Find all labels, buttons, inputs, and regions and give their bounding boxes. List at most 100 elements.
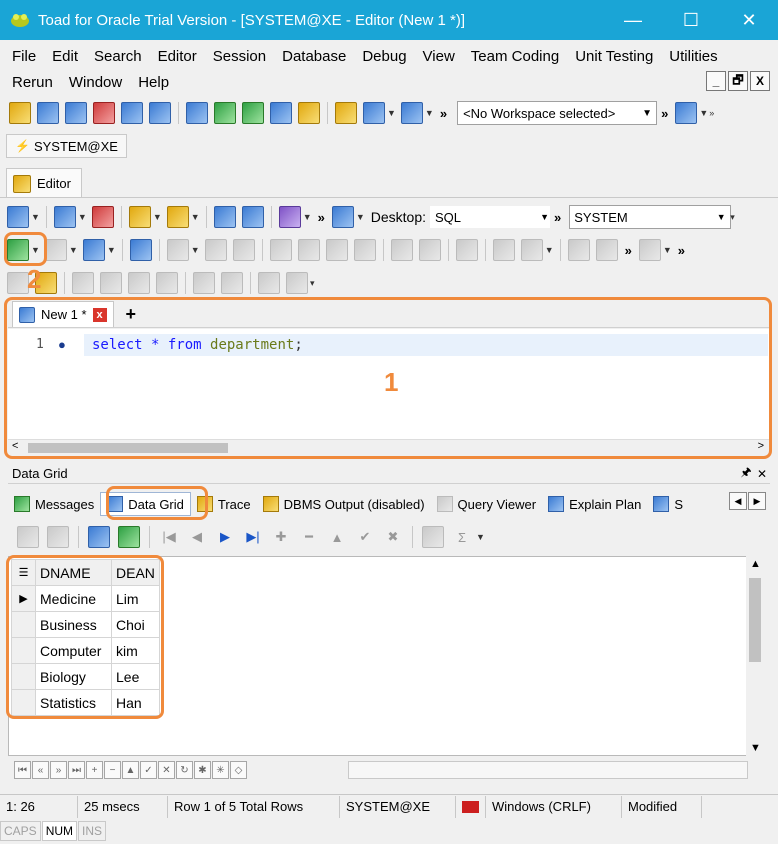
cell-dname[interactable]: Statistics <box>35 689 112 716</box>
chevron-down-icon[interactable]: ▼ <box>31 212 40 222</box>
menu-session[interactable]: Session <box>205 48 274 65</box>
maximize-button[interactable]: ☐ <box>662 0 720 40</box>
chat-icon[interactable] <box>270 102 292 124</box>
explain-plan-icon[interactable] <box>129 239 152 261</box>
overflow-icon[interactable]: » <box>318 210 325 225</box>
session-browser-icon[interactable] <box>65 102 87 124</box>
minimize-button[interactable]: — <box>604 0 662 40</box>
chevron-down-icon[interactable]: ▼ <box>699 108 708 118</box>
cell-dname[interactable]: Computer <box>35 637 112 664</box>
sql-tracker-icon[interactable] <box>121 102 143 124</box>
table-row[interactable]: Statistics Han <box>11 689 160 716</box>
cancel-icon[interactable]: ✕ <box>158 761 175 779</box>
schema-browser-icon[interactable] <box>37 102 59 124</box>
copy-icon[interactable] <box>675 102 698 124</box>
delete-icon[interactable]: − <box>104 761 121 779</box>
tab-trace[interactable]: Trace <box>191 492 257 516</box>
save-as-icon[interactable] <box>241 206 264 228</box>
grid-horizontal-scrollbar[interactable] <box>348 761 748 779</box>
prior-page-icon[interactable]: « <box>32 761 49 779</box>
add-tab-button[interactable]: + <box>126 301 137 327</box>
chevron-down-icon[interactable]: ▼ <box>387 108 396 118</box>
overflow-icon[interactable]: » <box>554 210 561 225</box>
menu-debug[interactable]: Debug <box>354 48 414 65</box>
chevron-down-icon[interactable]: ▼ <box>153 212 162 222</box>
execute-statement-icon[interactable] <box>7 239 29 261</box>
cell-dean[interactable]: Lim <box>111 585 160 612</box>
chevron-down-icon[interactable]: ▼ <box>476 532 485 542</box>
close-icon[interactable]: x <box>92 307 107 322</box>
row-indicator[interactable] <box>11 611 36 638</box>
chevron-down-icon[interactable]: ▼ <box>78 212 87 222</box>
menu-utilities[interactable]: Utilities <box>661 48 725 65</box>
cell-dname[interactable]: Biology <box>35 663 112 690</box>
column-header-dean[interactable]: DEAN <box>111 559 160 586</box>
tab-script-output[interactable]: S <box>647 492 689 516</box>
tab-data-grid[interactable]: Data Grid <box>100 492 191 516</box>
menu-unit-testing[interactable]: Unit Testing <box>567 48 661 65</box>
export-icon[interactable] <box>88 526 110 548</box>
scroll-thumb[interactable] <box>749 578 761 662</box>
table-row[interactable]: Business Choi <box>11 611 160 638</box>
chevron-down-icon[interactable]: ▼ <box>191 212 200 222</box>
goto-bookmark-icon[interactable]: ✳ <box>212 761 229 779</box>
insert-record-icon[interactable]: ✚ <box>268 529 294 545</box>
chevron-down-icon[interactable]: ▼ <box>303 212 312 222</box>
scroll-thumb[interactable] <box>28 443 228 453</box>
menu-edit[interactable]: Edit <box>44 48 86 65</box>
format-icon[interactable] <box>278 206 301 228</box>
sql-optimizer-icon[interactable] <box>93 102 115 124</box>
chevron-down-icon[interactable]: ▾ <box>310 278 315 289</box>
next-record-icon[interactable]: ▶ <box>212 529 238 545</box>
overflow-icon[interactable]: » <box>661 106 668 121</box>
menu-file[interactable]: File <box>4 48 44 65</box>
scroll-left-icon[interactable]: ◀ <box>729 492 747 510</box>
save-grid-icon[interactable] <box>118 526 140 548</box>
menu-window[interactable]: Window <box>61 74 130 91</box>
insert-icon[interactable]: + <box>86 761 103 779</box>
mdi-minimize-button[interactable]: _ <box>706 71 726 91</box>
chevron-down-icon[interactable]: ▼ <box>31 245 40 255</box>
cell-dean[interactable]: Choi <box>111 611 160 638</box>
report-icon[interactable] <box>214 102 236 124</box>
tab-messages[interactable]: Messages <box>8 492 100 516</box>
bookmark-icon[interactable]: ✱ <box>194 761 211 779</box>
save-icon[interactable] <box>213 206 236 228</box>
edit-icon[interactable]: ▲ <box>122 761 139 779</box>
recent-files-icon[interactable] <box>166 206 189 228</box>
tab-new-1[interactable]: New 1 * x <box>12 301 114 327</box>
table-row[interactable]: ▶ Medicine Lim <box>11 585 160 612</box>
chevron-down-icon[interactable]: ▼ <box>663 245 672 255</box>
menu-rerun[interactable]: Rerun <box>4 74 61 91</box>
window-list-icon[interactable] <box>363 102 385 124</box>
menu-help[interactable]: Help <box>130 74 177 91</box>
editor-icon[interactable] <box>9 102 31 124</box>
chevron-down-icon[interactable]: ▼ <box>107 245 116 255</box>
table-row[interactable]: Computer kim <box>11 637 160 664</box>
cell-dname[interactable]: Business <box>35 611 112 638</box>
scroll-down-icon[interactable]: ▼ <box>750 742 761 754</box>
tab-explain-plan[interactable]: Explain Plan <box>542 492 647 516</box>
filter-icon[interactable]: ◇ <box>230 761 247 779</box>
open-folder-icon[interactable] <box>128 206 151 228</box>
close-button[interactable]: ✕ <box>720 0 778 40</box>
overflow-icon[interactable]: » <box>678 243 685 258</box>
sum-icon[interactable]: Σ <box>449 530 475 545</box>
menu-view[interactable]: View <box>415 48 463 65</box>
row-selector-header[interactable]: ☰ <box>11 559 36 586</box>
editor-horizontal-scrollbar[interactable]: < > <box>8 439 770 455</box>
data-grid[interactable]: ☰ DNAME DEAN ▶ Medicine Lim Business Cho… <box>8 556 764 756</box>
last-record-icon[interactable]: ▶| <box>240 529 266 545</box>
connect-icon[interactable] <box>7 206 29 228</box>
close-icon[interactable]: ✕ <box>754 467 770 481</box>
execute-script-icon[interactable] <box>82 239 105 261</box>
row-indicator[interactable] <box>11 689 36 716</box>
workspace-select[interactable]: <No Workspace selected> ▼ <box>457 101 658 125</box>
menu-team-coding[interactable]: Team Coding <box>463 48 567 65</box>
overflow-icon[interactable]: ▾ <box>730 212 735 223</box>
scroll-up-icon[interactable]: ▲ <box>750 558 761 570</box>
first-record-icon[interactable]: |◀ <box>156 529 182 545</box>
chevron-down-icon[interactable]: ▼ <box>425 108 434 118</box>
close-tab-icon[interactable] <box>91 206 114 228</box>
editor-window-tab[interactable]: Editor <box>6 168 82 198</box>
